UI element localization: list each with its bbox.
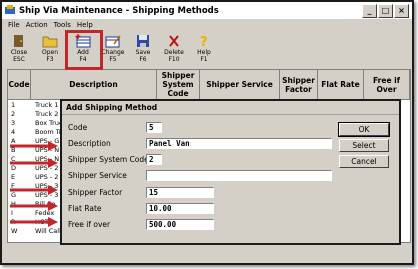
maximize-button[interactable]: □: [378, 4, 393, 18]
door-icon: [14, 35, 23, 47]
toolbar: Close ESC Open F3 Add F4 Change F5 Save …: [2, 32, 412, 68]
ok-button[interactable]: OK: [338, 122, 390, 137]
arrow-icon: [10, 217, 58, 227]
arrow-icon: [10, 158, 58, 168]
app-icon: [5, 5, 15, 14]
add-shipping-method-dialog: Add Shipping Method Code 5 Description P…: [60, 99, 401, 245]
select-button[interactable]: Select: [339, 139, 389, 152]
free-if-over-label: Free if over: [68, 220, 111, 229]
menu-bar: File Action Tools Help: [2, 19, 412, 31]
window-title: Ship Via Maintenance - Shipping Methods: [19, 5, 219, 16]
description-label: Description: [68, 139, 111, 148]
col-header-shipper-service[interactable]: Shipper Service: [200, 70, 280, 100]
flat-rate-field[interactable]: 10.00: [146, 203, 214, 214]
col-header-description[interactable]: Description: [31, 70, 157, 100]
title-bar: Ship Via Maintenance - Shipping Methods …: [2, 2, 412, 19]
open-button[interactable]: Open F3: [37, 34, 63, 66]
table-row[interactable]: 4 Boom Tr: [8, 128, 68, 136]
col-header-flat-rate[interactable]: Flat Rate: [318, 70, 364, 100]
floppy-icon: [137, 35, 149, 47]
minimize-button[interactable]: _: [362, 4, 377, 18]
main-window: Ship Via Maintenance - Shipping Methods …: [0, 0, 414, 265]
col-header-code[interactable]: Code: [8, 70, 31, 100]
arrow-icon: [10, 201, 58, 211]
add-button-highlight: [65, 30, 103, 70]
save-button[interactable]: Save F6: [130, 34, 156, 66]
table-row[interactable]: W Will Call: [8, 227, 68, 235]
dialog-title: Add Shipping Method: [62, 101, 399, 115]
delete-button[interactable]: Delete F10: [161, 34, 187, 66]
col-header-free-if-over[interactable]: Free if Over: [364, 70, 410, 100]
arrow-icon: [10, 185, 58, 195]
menu-tools[interactable]: Tools: [54, 21, 71, 29]
help-button[interactable]: ? Help F1: [191, 34, 217, 66]
code-field[interactable]: 5: [146, 122, 162, 133]
shipper-system-code-label: Shipper System Code: [68, 155, 149, 164]
close-window-button[interactable]: ×: [394, 4, 409, 18]
table-row[interactable]: 2 Truck 2: [8, 110, 68, 118]
change-button[interactable]: Change F5: [100, 34, 126, 66]
flat-rate-label: Flat Rate: [68, 204, 102, 213]
menu-help[interactable]: Help: [77, 21, 93, 29]
cancel-button[interactable]: Cancel: [339, 155, 389, 168]
description-field[interactable]: Panel Van: [146, 138, 332, 149]
folder-icon: [42, 36, 58, 48]
table-row[interactable]: 1 Truck 1: [8, 101, 68, 109]
col-header-shipper-factor[interactable]: Shipper Factor: [280, 70, 318, 100]
shipper-service-field[interactable]: [146, 170, 332, 181]
free-if-over-field[interactable]: 500.00: [146, 219, 214, 230]
shipper-factor-field[interactable]: 15: [146, 187, 214, 198]
close-button[interactable]: Close ESC: [6, 34, 32, 66]
question-icon: ?: [200, 35, 208, 48]
menu-file[interactable]: File: [8, 21, 20, 29]
code-label: Code: [68, 123, 88, 132]
shipper-system-code-field[interactable]: 2: [146, 154, 162, 165]
svg-text:?: ?: [200, 35, 208, 48]
col-header-shipper-system-code[interactable]: Shipper System Code: [157, 70, 200, 100]
change-icon: [105, 35, 121, 48]
arrow-icon: [10, 141, 58, 151]
table-row[interactable]: E UPS - 2: [8, 173, 68, 181]
table-row[interactable]: 3 Box Truck: [8, 119, 68, 127]
delete-x-icon: [169, 35, 179, 47]
menu-action[interactable]: Action: [26, 21, 48, 29]
shipper-service-label: Shipper Service: [68, 171, 127, 180]
shipper-factor-label: Shipper Factor: [68, 188, 123, 197]
